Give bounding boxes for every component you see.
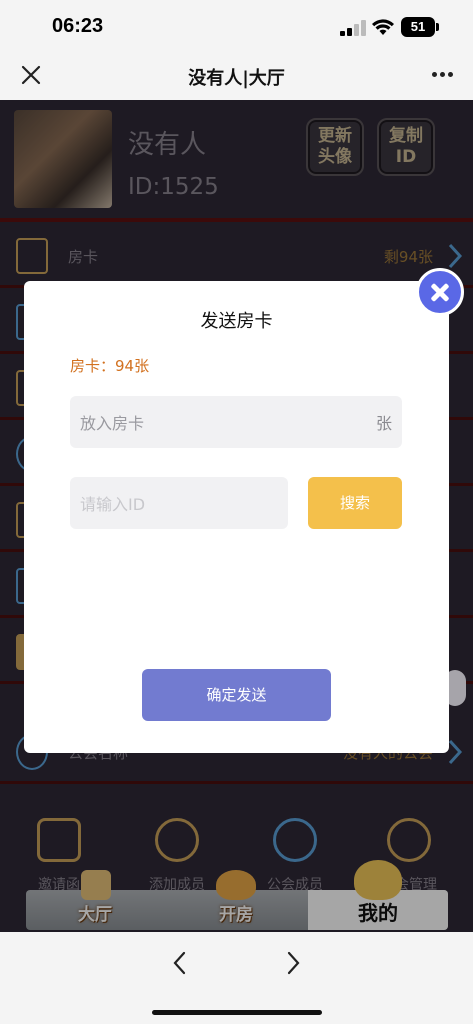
signal-icon	[340, 20, 366, 36]
card-count: 房卡：94张	[70, 357, 150, 375]
status-bar: 06:23 51	[0, 0, 473, 52]
user-id-placeholder: 请输入ID	[80, 495, 146, 514]
home-indicator	[152, 1010, 322, 1015]
nav-bar: 没有人|大厅	[0, 52, 473, 100]
confirm-send-button[interactable]: 确定发送	[142, 669, 331, 721]
dialog-title: 发送房卡	[200, 311, 273, 332]
close-dialog-icon[interactable]	[416, 268, 464, 316]
page-title: 没有人|大厅	[188, 68, 285, 89]
more-icon[interactable]	[432, 72, 454, 78]
forward-icon[interactable]	[283, 950, 303, 976]
card-amount-placeholder: 放入房卡	[80, 414, 145, 433]
search-button[interactable]: 搜索	[308, 477, 402, 529]
wifi-icon	[372, 19, 394, 35]
card-amount-input[interactable]: 放入房卡 张	[70, 396, 402, 448]
battery-icon: 51	[401, 17, 435, 37]
send-card-dialog: 发送房卡 房卡：94张 放入房卡 张 请输入ID 搜索 确定发送	[24, 281, 449, 753]
browser-toolbar	[0, 932, 473, 1024]
battery-tip	[436, 23, 439, 31]
card-unit: 张	[375, 414, 392, 433]
back-icon[interactable]	[170, 950, 190, 976]
status-time: 06:23	[52, 15, 104, 37]
user-id-input[interactable]: 请输入ID	[70, 477, 288, 529]
